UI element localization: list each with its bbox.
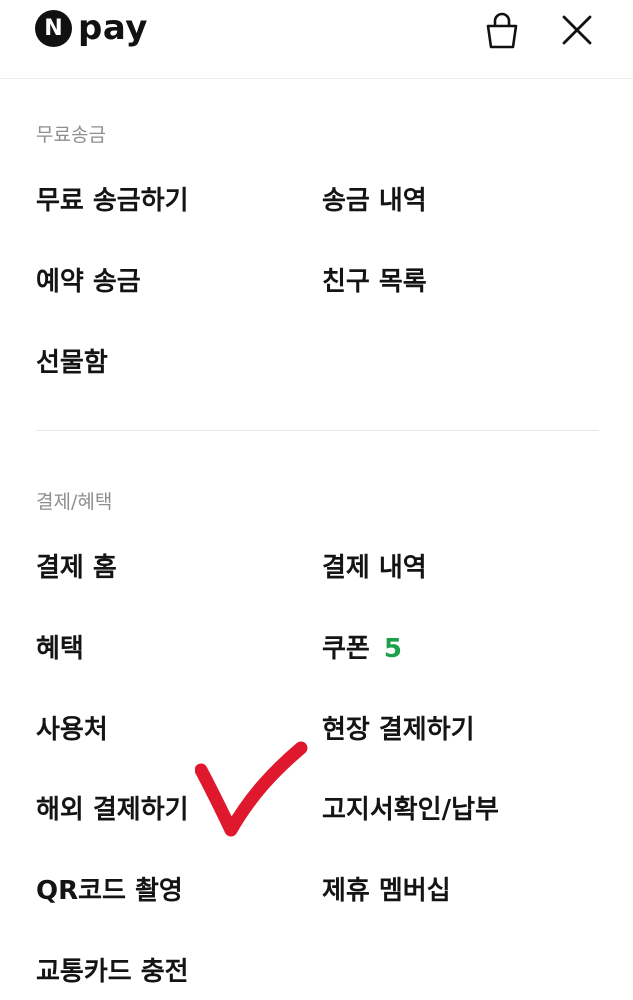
menu-coupon[interactable]: 쿠폰 5 [322,628,402,665]
red-checkmark-annotation [195,741,308,837]
menu-gift-box[interactable]: 선물함 [36,342,108,379]
section-title-payment: 결제/혜택 [36,491,113,513]
menu-bill-payment[interactable]: 고지서확인/납부 [322,789,499,826]
menu-payment-home[interactable]: 결제 홈 [36,547,117,584]
section-divider [36,430,599,431]
menu-overseas-payment[interactable]: 해외 결제하기 [36,789,189,826]
close-icon[interactable] [557,10,597,50]
menu-partner-membership[interactable]: 제휴 멤버십 [322,870,451,907]
menu-merchants[interactable]: 사용처 [36,709,108,746]
menu-payment-history[interactable]: 결제 내역 [322,547,427,584]
menu-transit-card-charge[interactable]: 교통카드 충전 [36,951,189,988]
logo-text: pay [78,8,148,48]
coupon-count-badge: 5 [383,634,402,664]
menu-friend-list[interactable]: 친구 목록 [322,261,427,298]
menu-free-transfer[interactable]: 무료 송금하기 [36,180,189,217]
coupon-label: 쿠폰 [322,634,370,664]
app-header: N pay [0,0,633,79]
menu-benefits[interactable]: 혜택 [36,628,84,665]
menu-onsite-payment[interactable]: 현장 결제하기 [322,709,475,746]
section-title-transfer: 무료송금 [36,124,106,146]
n-badge-icon: N [35,10,72,47]
menu-transfer-history[interactable]: 송금 내역 [322,180,427,217]
naver-pay-logo[interactable]: N pay [35,10,148,47]
menu-qr-scan[interactable]: QR코드 촬영 [36,870,183,907]
menu-scheduled-transfer[interactable]: 예약 송금 [36,261,141,298]
shopping-bag-icon[interactable] [482,10,522,50]
